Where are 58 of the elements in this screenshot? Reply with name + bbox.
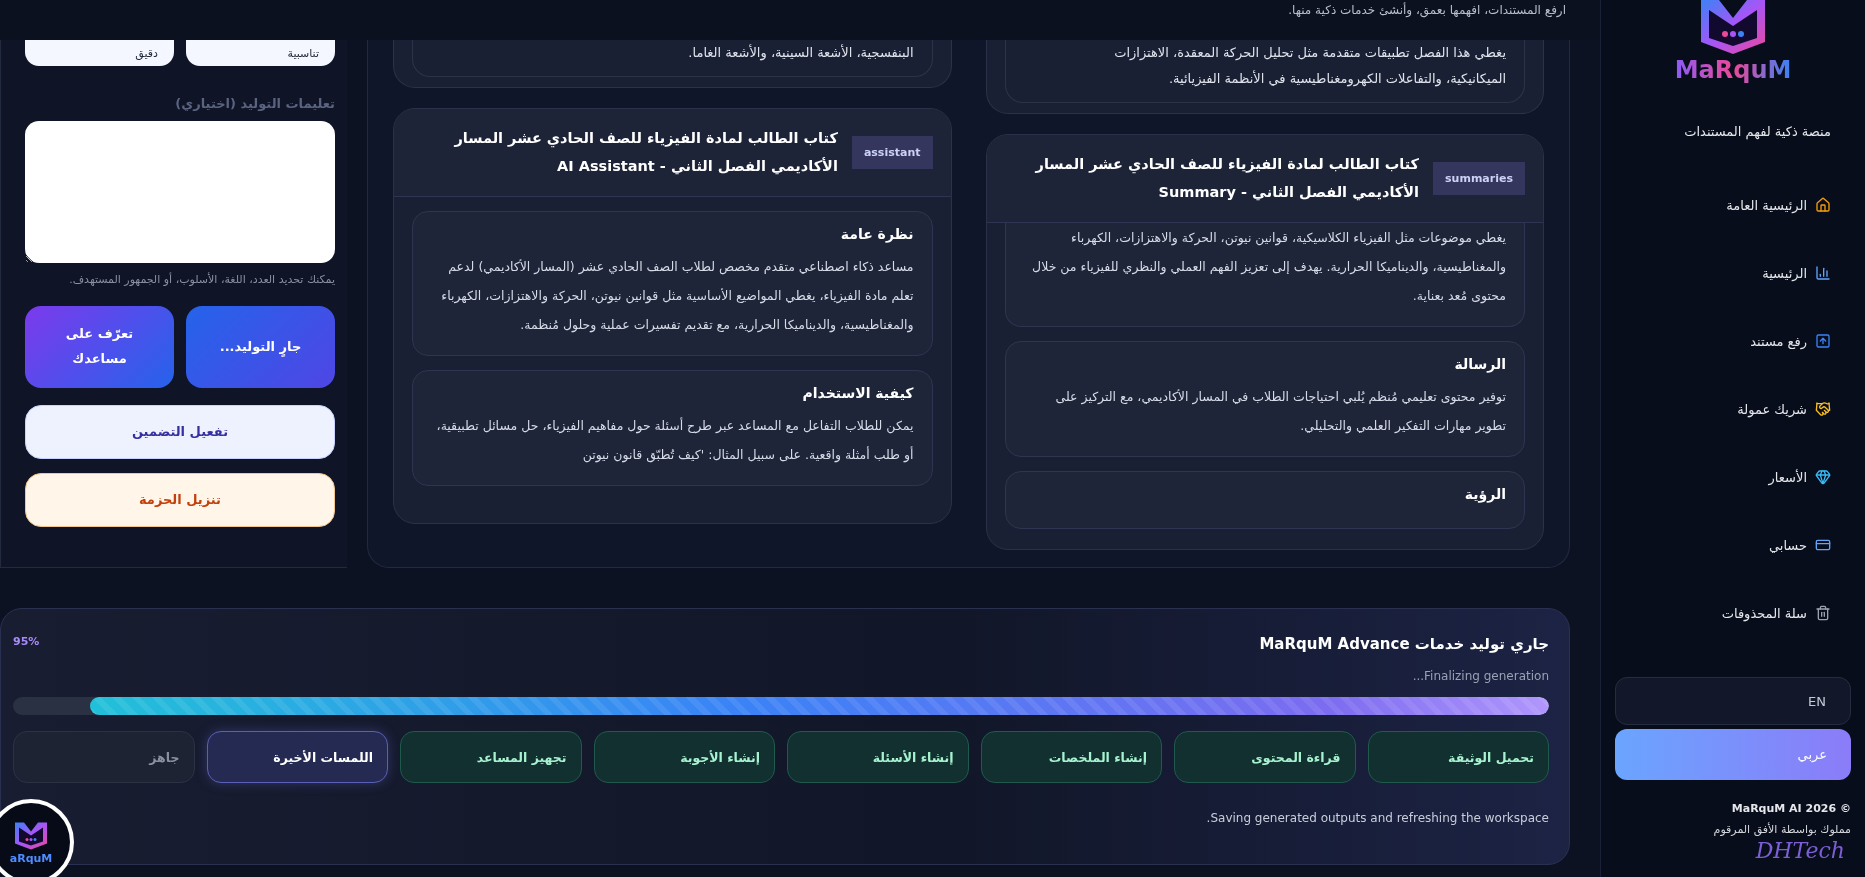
type-badge: assistant	[851, 136, 933, 170]
section-heading: الرؤية	[1463, 486, 1506, 503]
owner-text: مملوك بواسطة الأفق المرقوم	[1712, 823, 1851, 836]
sidebar-tagline: منصة ذكية لفهم المستندات	[1683, 124, 1832, 139]
type-badge: summaries	[1433, 162, 1525, 196]
sidebar-item[interactable]: سلة المحذوفات	[1615, 579, 1851, 647]
section-text: الميكانيكية، والتفاعلات الكهرومغناطيسية في الأنظمة الفيزيائية.	[1167, 69, 1506, 89]
nav-icon	[1815, 469, 1831, 485]
section-text: توفير محتوى تعليمي مُنظم يُلبي احتياجات الطلاب في المسار الأكاديمي، مع التركيز على تطوير مهارات التفكير العلمي والتحليلي.	[1054, 388, 1506, 436]
section-text: مساعد ذكاء اصطناعي متقدم مخصص لطلاب الصف الحادي عشر (المسار الأكاديمي) لدعم تعلم مادة الفيزياء، يغطي المواضيع الأساسية مثل قوانين نيوتن، الحركة والاهتزازات، الكهرباء والمغناطيسية، والديناميكا الحرارية، مع تقديم تفسيرات عملية وحلول مُنظمة.	[440, 258, 914, 335]
step-chip: تجهيز المساعد	[400, 731, 582, 783]
brand-signature: DHTech	[1754, 838, 1846, 863]
choice-card[interactable]: دقيق	[25, 40, 174, 66]
nav-icon	[1815, 265, 1831, 281]
action-button[interactable]: تعرّف على مساعدك	[25, 306, 174, 388]
sidebar-item[interactable]: الأسعار	[1615, 443, 1851, 511]
nav-icon	[1815, 537, 1831, 553]
progress-note: Saving generated outputs and refreshing the workspace.	[1205, 811, 1549, 825]
choice-card[interactable]: تناسبية	[186, 40, 335, 66]
section-text: يمكن للطلاب التفاعل مع المساعد عبر طرح أسئلة حول مفاهيم الفيزياء، حل مسائل تطبيقية، أو طلب أمثلة واقعية. على سبيل المثال: 'كيف تُطبّق قانون نيوتن	[435, 416, 914, 465]
step-chip: إنشاء الملخصات	[980, 731, 1162, 783]
nav-icon	[1815, 605, 1831, 621]
progress-title: جاري توليد خدمات MaRquM Advance	[1259, 635, 1549, 653]
card-title: كتاب الطالب لمادة الفيزياء للصف الحادي عشر المسار الأكاديمي الفصل الثاني - Summary	[1034, 155, 1420, 203]
card-title: كتاب الطالب لمادة الفيزياء للصف الحادي عشر المسار الأكاديمي الفصل الثاني - AI Assistant	[453, 129, 838, 177]
nav-icon	[1815, 197, 1831, 213]
logo-text: aRquM	[9, 851, 53, 865]
step-chip: إنشاء الأجوبة	[593, 731, 775, 783]
step-chip: اللمسات الأخيرة	[206, 731, 388, 783]
sidebar-item[interactable]: رفع مستند	[1615, 307, 1851, 375]
step-chip: جاهز	[13, 731, 195, 783]
action-button[interactable]: تنزيل الحزمة	[25, 473, 335, 527]
field-hint: يمكنك تحديد العدد، اللغة، الأسلوب، أو الجمهور المستهدف.	[68, 273, 335, 286]
field-label: تعليمات التوليد (اختياري)	[174, 96, 335, 111]
sidebar-item[interactable]: شريك عمولة	[1615, 375, 1851, 443]
section-text: يغطي هذا الفصل تطبيقات متقدمة مثل تحليل الحركة المعقدة، الاهتزازات	[1113, 44, 1506, 62]
step-chip: قراءة المحتوى	[1174, 731, 1356, 783]
progress-percent: 95%	[13, 635, 40, 648]
section-text: البنفسجية، الأشعة السينية، والأشعة الغاما.	[687, 43, 914, 63]
section-heading: كيفية الاستخدام	[801, 385, 914, 402]
action-button[interactable]: تفعيل التضمين	[25, 405, 335, 459]
section-heading: الرسالة	[1453, 356, 1506, 373]
section-text: يغطي موضوعات مثل الفيزياء الكلاسيكية، قوانين نيوتن، الحركة والاهتزازات، الكهرباء والمغناطيسية، والديناميكا الحرارية. يهدف إلى تعزيز الفهم العملي والنظري للفيزياء من خلال محتوى مُعد بعناية.	[1031, 229, 1506, 306]
sidebar-item[interactable]: الرئيسية العامة	[1615, 171, 1851, 239]
sidebar-item[interactable]: الرئيسية	[1615, 239, 1851, 307]
copyright-text: © MaRquM AI 2026	[1730, 802, 1851, 815]
language-button[interactable]: EN	[1615, 677, 1851, 725]
nav-icon	[1815, 333, 1831, 349]
header-tagline: ارفع المستندات، افهمها بعمق، وأنشئ خدمات ذكية منها.	[1288, 3, 1566, 17]
nav-icon	[1815, 401, 1831, 417]
floating-logo[interactable]: aRquM	[0, 799, 74, 877]
section-heading: نظرة عامة	[839, 226, 914, 243]
sidebar-item[interactable]: حسابي	[1615, 511, 1851, 579]
instructions-field[interactable]	[25, 121, 335, 263]
step-chip: إنشاء الأسئلة	[787, 731, 969, 783]
step-chip: تحميل الوثيقة	[1367, 731, 1549, 783]
action-button[interactable]: جارٍ التوليد...	[186, 306, 335, 388]
progress-status: Finalizing generation...	[1411, 669, 1549, 683]
